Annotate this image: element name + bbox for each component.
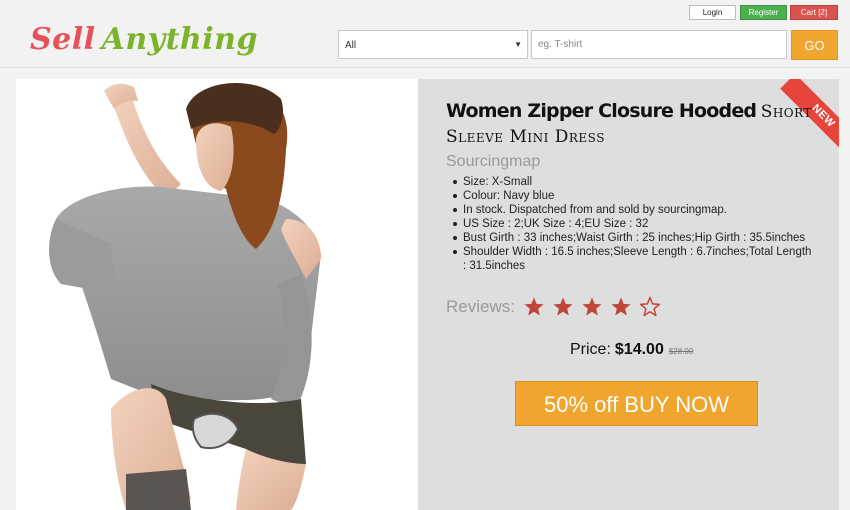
search-input[interactable] — [531, 30, 787, 59]
feature-item: In stock. Dispatched from and sold by so… — [453, 203, 813, 217]
dropdown-arrow-icon: ▼ — [514, 40, 522, 49]
feature-item: Colour: Navy blue — [453, 189, 813, 203]
category-select-value: All — [345, 40, 357, 51]
product-photo-illustration — [16, 79, 418, 510]
star-filled-icon[interactable] — [523, 296, 545, 318]
feature-item: US Size : 2;UK Size : 4;EU Size : 32 — [453, 217, 813, 231]
feature-item: Size: X-Small — [453, 175, 813, 189]
feature-list: Size: X-Small Colour: Navy blue In stock… — [453, 175, 813, 273]
star-empty-icon[interactable] — [639, 296, 661, 318]
site-logo[interactable]: Sell Anything — [30, 22, 258, 57]
star-filled-icon[interactable] — [581, 296, 603, 318]
price-label: Price: — [570, 341, 611, 358]
buy-now-button[interactable]: 50% off BUY NOW — [515, 381, 758, 426]
product-image — [16, 79, 418, 510]
price-row: Price: $14.00 $28.00 — [570, 341, 693, 359]
star-filled-icon[interactable] — [610, 296, 632, 318]
go-button[interactable]: GO — [791, 30, 838, 60]
cart-button[interactable]: Cart [2] — [790, 5, 838, 20]
product-details: NEW Women Zipper Closure Hooded Short Sl… — [418, 79, 839, 510]
product-title-bold: Women Zipper Closure Hooded — [446, 100, 757, 122]
login-button[interactable]: Login — [689, 5, 736, 20]
feature-item: Shoulder Width : 16.5 inches;Sleeve Leng… — [453, 246, 812, 272]
register-button[interactable]: Register — [740, 5, 787, 20]
star-filled-icon[interactable] — [552, 296, 574, 318]
star-rating[interactable] — [523, 296, 668, 318]
reviews-label: Reviews: — [446, 297, 515, 316]
category-select[interactable]: All ▼ — [338, 30, 528, 59]
logo-word-sell: Sell — [30, 22, 96, 57]
old-price: $28.00 — [668, 347, 694, 356]
reviews-row: Reviews: — [446, 295, 668, 319]
site-header: Sell Anything Login Register Cart [2] All… — [0, 0, 850, 68]
product-title: Women Zipper Closure Hooded Short Sleeve… — [446, 99, 836, 150]
feature-item: Bust Girth : 33 inches;Waist Girth : 25 … — [453, 231, 813, 245]
logo-word-anything: Anything — [101, 22, 258, 57]
price-value: $14.00 — [614, 341, 664, 358]
product-brand[interactable]: Sourcingmap — [446, 153, 540, 171]
